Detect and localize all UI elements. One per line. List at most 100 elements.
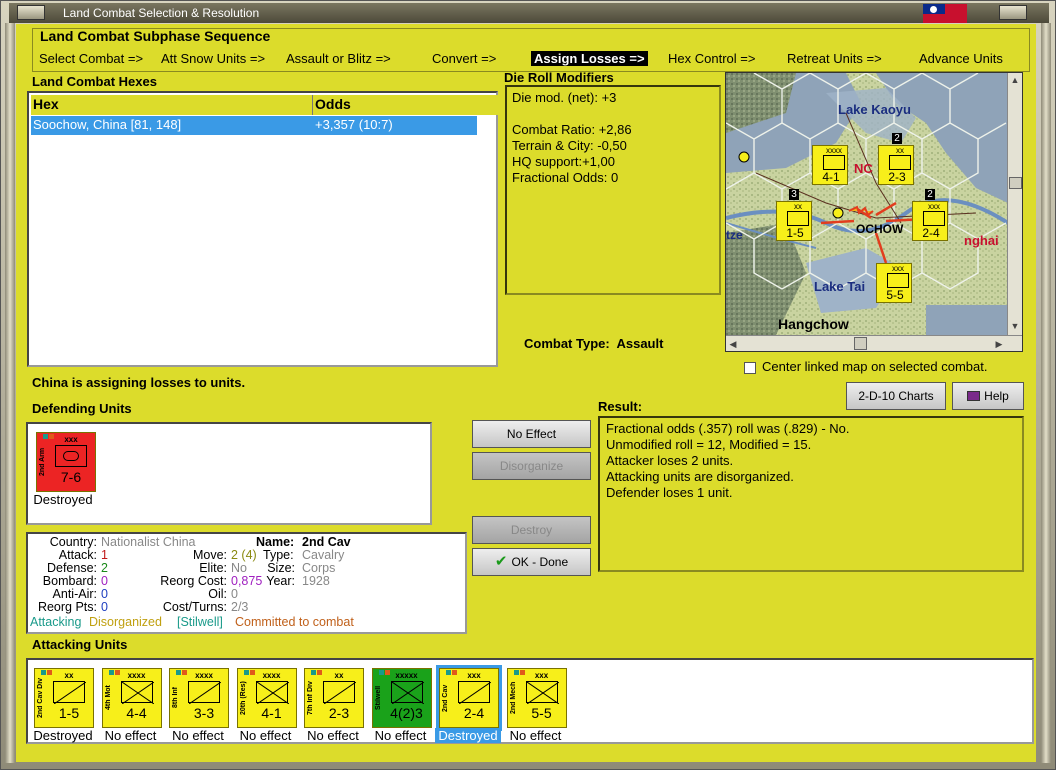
hex-row[interactable]: Soochow, China [81, 148] +3,357 (10:7) [31, 116, 477, 135]
attacking-unit[interactable]: 8th Inf xxxx 3-3 [169, 668, 229, 728]
unit-status-dots-icon [176, 663, 190, 675]
unit-status-dots-icon [513, 663, 528, 675]
col-hex[interactable]: Hex [33, 96, 59, 112]
cost-turns-label: Cost/Turns: [162, 600, 227, 614]
help-button[interactable]: Help [952, 382, 1024, 410]
result-line: Attacking units are disorganized. [606, 469, 794, 484]
map-hscroll-thumb[interactable] [854, 337, 867, 350]
unit-name: 2nd Cav [442, 684, 449, 712]
step-att-snow-units: Att Snow Units => [161, 51, 266, 66]
hq-support-line: HQ support:+1,00 [512, 154, 615, 169]
close-button[interactable] [999, 5, 1027, 20]
attacking-units-list[interactable]: 2nd Cav Div xx 1-5 Destroyed 4th Mot xxxx 4-4 N… [26, 658, 1034, 744]
infantry-symbol-icon [823, 155, 845, 170]
unit-status: Destroyed [33, 728, 93, 743]
right-rail [1041, 23, 1051, 763]
year-label: Year: [266, 574, 295, 588]
subphase-title: Land Combat Subphase Sequence [40, 28, 271, 44]
armor-symbol-icon [55, 445, 87, 467]
map-unit-2-4[interactable]: xxx 2-4 [912, 201, 948, 241]
attacking-unit[interactable]: Stilwell xxxxx 4(2)3 [371, 668, 432, 728]
help-label: Help [984, 389, 1009, 403]
ok-done-button[interactable]: ✔ OK - Done [472, 548, 591, 576]
destroy-button[interactable]: Destroy [472, 516, 591, 544]
step-convert: Convert => [432, 51, 497, 66]
map-unit-value: 2-4 [922, 226, 940, 240]
mech-symbol-icon [887, 273, 909, 288]
map-vscroll-thumb[interactable] [1009, 177, 1022, 189]
combat-type-label: Combat Type: [524, 336, 610, 351]
unit-name: 8th Inf [172, 687, 179, 709]
window-title: Land Combat Selection & Resolution [63, 6, 260, 20]
unit-size: xxx [64, 435, 78, 444]
map-unit-size: xxx [892, 264, 904, 273]
unit-symbol-icon [525, 681, 559, 705]
scroll-left-icon[interactable]: ◀ [726, 337, 740, 351]
help-book-icon [967, 391, 981, 401]
linked-map[interactable]: Lake Kaoyu Lake Tai Hangchow OCHOW tze n… [725, 72, 1023, 352]
map-unit-2-3[interactable]: xx 2-3 [878, 145, 914, 185]
center-map-label[interactable]: Center linked map on selected combat. [762, 359, 987, 374]
result-line: Attacker loses 2 units. [606, 453, 734, 468]
map-horizontal-scrollbar[interactable]: ◀ ▶ [726, 335, 1022, 351]
col-odds[interactable]: Odds [315, 96, 351, 112]
unit-size: xxxx [195, 671, 213, 680]
map-unit-value: 2-3 [888, 170, 906, 184]
scroll-right-icon[interactable]: ▶ [992, 337, 1006, 351]
cavalry-symbol-icon [923, 211, 945, 226]
disorganize-button[interactable]: Disorganize [472, 452, 591, 480]
map-unit-1-5[interactable]: xx 1-5 [776, 201, 812, 241]
fractional-odds-line: Fractional Odds: 0 [512, 170, 619, 185]
scroll-down-icon[interactable]: ▼ [1008, 319, 1022, 333]
country-value: Nationalist China [101, 535, 196, 549]
center-map-checkbox[interactable] [744, 362, 756, 374]
system-menu-button[interactable] [17, 5, 45, 20]
stack-count-a: 2 [892, 133, 902, 144]
scroll-up-icon[interactable]: ▲ [1008, 73, 1022, 87]
terrain-city-line: Terrain & City: -0,50 [512, 138, 627, 153]
map-label-lake-tai: Lake Tai [814, 279, 866, 294]
defending-units-list[interactable]: 2nd Arm xxx 7-6 Destroyed [26, 422, 432, 525]
map-label-hangchow: Hangchow [778, 316, 849, 332]
step-advance-units: Advance Units [919, 51, 1003, 66]
no-effect-button[interactable]: No Effect [472, 420, 591, 448]
unit-size: xxxx [262, 671, 281, 680]
unit-name: Stilwell [374, 685, 382, 711]
map-unit-5-5[interactable]: xxx 5-5 [876, 263, 912, 303]
map-unit-size: xx [794, 202, 802, 211]
unit-value: 4-4 [126, 705, 147, 721]
checkmark-icon: ✔ [494, 553, 508, 570]
infantry-symbol-icon [889, 155, 911, 170]
map-unit-4-1[interactable]: xxxx 4-1 [812, 145, 848, 185]
unit-name: 4th Mot [104, 685, 112, 711]
unit-name: 7th Inf Div [307, 681, 314, 715]
reorg-pts-label: Reorg Pts: [37, 600, 97, 614]
unit-size: xxx [534, 671, 549, 680]
unit-value: 4(2)3 [390, 705, 423, 721]
reorg-pts-value: 0 [101, 600, 108, 614]
map-label-shanghai: nghai [964, 233, 999, 248]
attacking-unit[interactable]: 2nd Mech xxx 5-5 [506, 668, 567, 728]
unit-status-dots-icon [41, 663, 55, 675]
unit-status-dots-icon [243, 663, 258, 675]
tag-stilwell: [Stilwell] [177, 615, 223, 629]
unit-status-dots-icon [108, 663, 123, 675]
year-value: 1928 [302, 574, 330, 588]
hex-list[interactable]: Hex Odds Soochow, China [81, 148] +3,357… [27, 91, 501, 367]
attacking-unit[interactable]: 7th Inf Div xx 2-3 [304, 668, 364, 728]
charts-button[interactable]: 2-D-10 Charts [846, 382, 946, 410]
unit-size: xxx [467, 671, 481, 680]
map-unit-value: 5-5 [886, 288, 904, 302]
attacking-unit[interactable]: 4th Mot xxxx 4-4 [101, 668, 162, 728]
die-roll-box: Die mod. (net): +3 Combat Ratio: +2,86 T… [505, 85, 721, 295]
attacking-unit[interactable]: 20th (Res) xxxx 4-1 [236, 668, 297, 728]
unit-status: No effect [374, 728, 427, 743]
unit-name: 2nd Arm [39, 447, 46, 477]
attacking-unit[interactable]: 2nd Cav Div xx 1-5 [34, 668, 94, 728]
defending-unit-2nd-arm[interactable]: 2nd Arm xxx 7-6 [36, 432, 96, 492]
result-line: Defender loses 1 unit. [606, 485, 733, 500]
map-vertical-scrollbar[interactable]: ▲ ▼ [1007, 73, 1022, 335]
result-box: Fractional odds (.357) roll was (.829) -… [598, 416, 1024, 572]
attacking-unit[interactable]: 2nd Cav xxx 2-4 [436, 665, 502, 731]
